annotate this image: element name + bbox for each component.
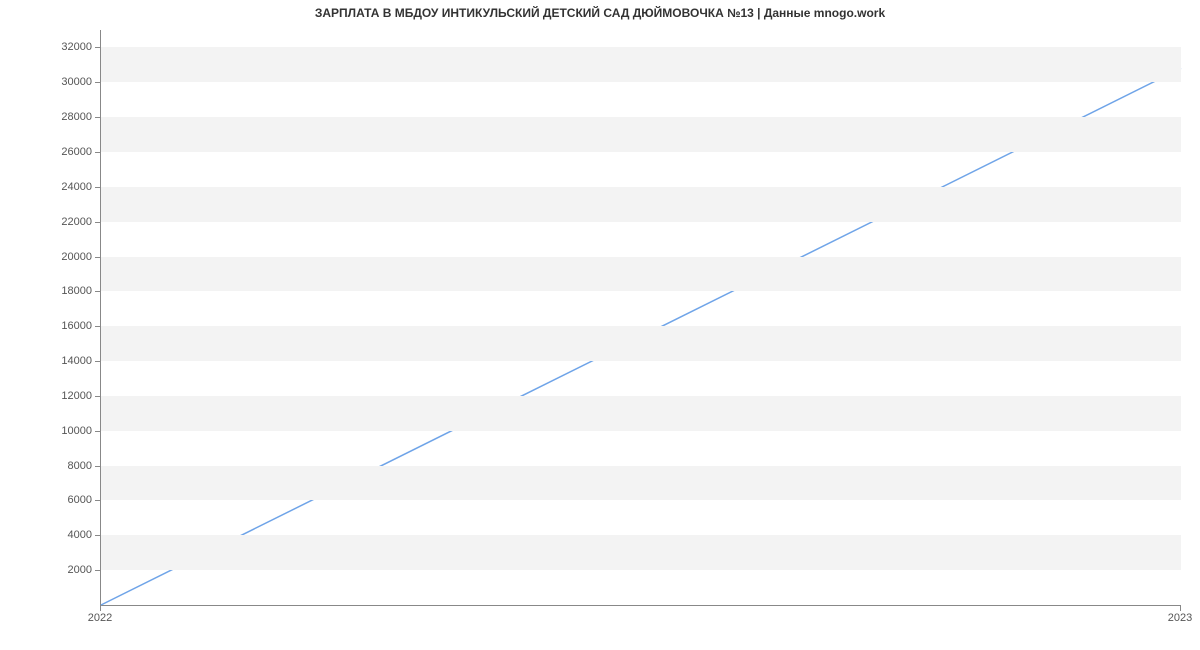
y-tick-label: 22000 [32,216,92,228]
y-tick-mark [95,535,100,536]
y-tick-label: 18000 [32,285,92,297]
y-tick-mark [95,500,100,501]
y-tick-mark [95,431,100,432]
grid-band [101,535,1181,570]
y-tick-mark [95,47,100,48]
y-tick-label: 26000 [32,146,92,158]
plot-area [100,30,1181,606]
grid-band [101,117,1181,152]
y-tick-mark [95,82,100,83]
y-tick-mark [95,117,100,118]
y-tick-mark [95,466,100,467]
x-tick-label: 2022 [88,612,112,624]
y-tick-mark [95,222,100,223]
y-tick-label: 28000 [32,111,92,123]
y-tick-label: 4000 [32,529,92,541]
grid-band [101,187,1181,222]
y-tick-label: 6000 [32,494,92,506]
y-tick-label: 8000 [32,460,92,472]
y-tick-label: 14000 [32,355,92,367]
y-tick-mark [95,361,100,362]
y-tick-mark [95,291,100,292]
y-tick-mark [95,326,100,327]
y-tick-label: 10000 [32,425,92,437]
y-tick-mark [95,396,100,397]
grid-band [101,326,1181,361]
x-tick-mark [1180,606,1181,611]
grid-band [101,257,1181,292]
x-tick-label: 2023 [1168,612,1192,624]
y-tick-label: 2000 [32,564,92,576]
grid-band [101,47,1181,82]
y-tick-label: 12000 [32,390,92,402]
y-tick-mark [95,257,100,258]
chart-title: ЗАРПЛАТА В МБДОУ ИНТИКУЛЬСКИЙ ДЕТСКИЙ СА… [0,6,1200,20]
y-tick-mark [95,570,100,571]
y-tick-label: 24000 [32,181,92,193]
grid-band [101,396,1181,431]
y-tick-label: 30000 [32,76,92,88]
y-tick-label: 20000 [32,251,92,263]
x-tick-mark [100,606,101,611]
y-tick-label: 16000 [32,320,92,332]
chart: ЗАРПЛАТА В МБДОУ ИНТИКУЛЬСКИЙ ДЕТСКИЙ СА… [0,0,1200,650]
y-tick-mark [95,152,100,153]
y-tick-label: 32000 [32,41,92,53]
grid-band [101,466,1181,501]
y-tick-mark [95,187,100,188]
